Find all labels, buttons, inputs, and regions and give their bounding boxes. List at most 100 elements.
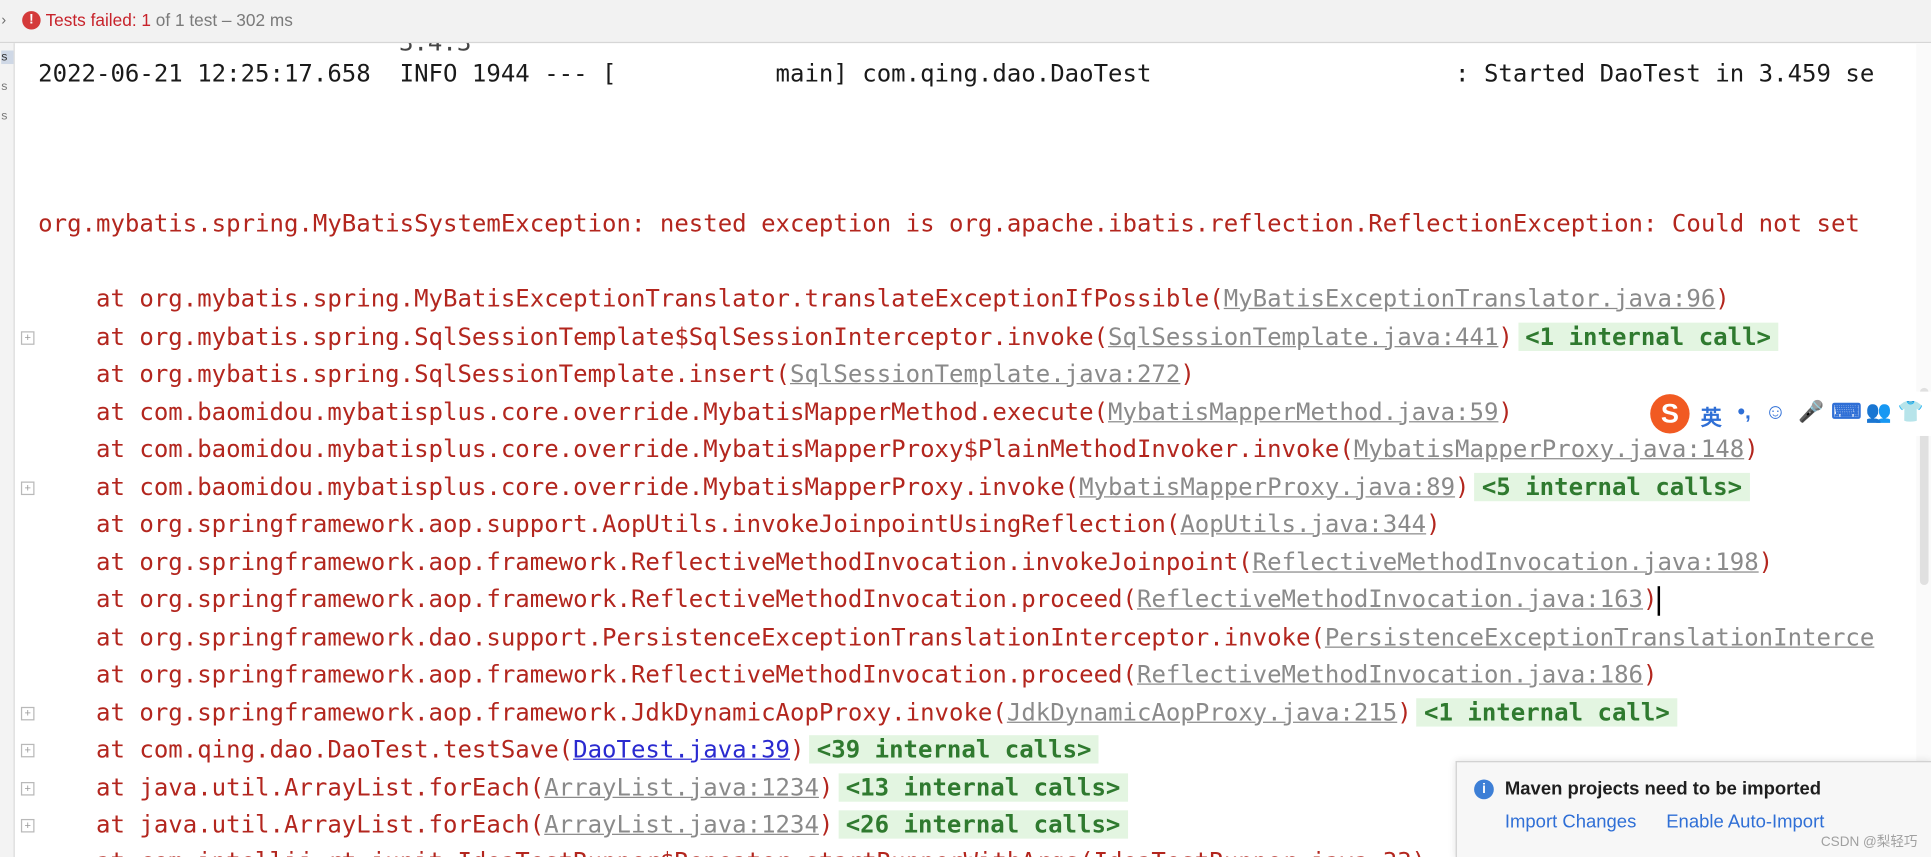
frame-method: at java.util.ArrayList.forEach(: [38, 810, 545, 839]
fold-toggle-icon[interactable]: +: [20, 743, 35, 758]
stack-frame: at java.util.ArrayList.forEach(ArrayList…: [38, 807, 1128, 844]
source-link[interactable]: ReflectiveMethodInvocation.java:186: [1137, 660, 1643, 688]
exception-message: org.mybatis.spring.MyBatisSystemExceptio…: [38, 209, 1860, 238]
frame-method: at org.springframework.dao.support.Persi…: [38, 622, 1325, 651]
enable-auto-import-link[interactable]: Enable Auto-Import: [1666, 812, 1824, 833]
fold-toggle-icon[interactable]: +: [20, 706, 35, 720]
maven-notification: i Maven projects need to be imported Imp…: [1455, 761, 1931, 857]
source-link[interactable]: DaoTest.java:39: [573, 735, 790, 763]
source-link[interactable]: ArrayList.java:1234: [544, 773, 819, 801]
source-link[interactable]: MybatisMapperProxy.java:89: [1079, 472, 1455, 500]
frame-method: at org.springframework.aop.framework.Ref…: [38, 660, 1137, 689]
stack-frame: at org.mybatis.spring.MyBatisExceptionTr…: [38, 281, 1730, 318]
ime-toolbar[interactable]: S 英 •, ☺ 🎤 ⌨ 👥 👕: [1644, 391, 1931, 436]
frame-method: at com.baomidou.mybatisplus.core.overrid…: [38, 472, 1080, 501]
tests-failed-label: Tests failed: 1: [45, 9, 151, 30]
frame-method: at org.mybatis.spring.SqlSessionTemplate…: [38, 359, 790, 388]
error-icon: !: [22, 11, 41, 30]
ime-voice-icon[interactable]: 🎤: [1798, 400, 1824, 425]
stack-frame: at org.springframework.dao.support.Persi…: [38, 619, 1874, 656]
sogou-logo-icon[interactable]: S: [1650, 394, 1690, 434]
frame-method: at com.baomidou.mybatisplus.core.overrid…: [38, 397, 1109, 426]
info-icon: i: [1474, 779, 1494, 800]
frame-suffix: ): [1744, 434, 1759, 464]
frame-suffix: ): [790, 735, 805, 764]
frame-suffix: ): [1715, 284, 1730, 313]
vertical-scrollbar[interactable]: [1916, 43, 1931, 857]
source-link[interactable]: MybatisMapperMethod.java:59: [1108, 397, 1498, 425]
source-link[interactable]: SqlSessionTemplate.java:441: [1108, 322, 1498, 350]
ime-emoji-icon[interactable]: ☺: [1765, 400, 1786, 425]
fold-toggle-icon[interactable]: +: [20, 781, 35, 795]
frame-method: at org.springframework.aop.framework.Ref…: [38, 547, 1253, 576]
frame-suffix: ): [1643, 660, 1658, 689]
ime-keyboard-icon[interactable]: ⌨: [1831, 400, 1861, 425]
ime-user-icon[interactable]: 👥: [1866, 400, 1892, 425]
frame-suffix: ): [818, 772, 834, 802]
source-link[interactable]: AopUtils.java:344: [1180, 510, 1426, 538]
log-info-line: 2022-06-21 12:25:17.658 INFO 1944 --- [ …: [38, 59, 1875, 88]
stack-frame: at com.qing.dao.DaoTest.testSave(DaoTest…: [38, 732, 1099, 769]
ide-run-panel: › ! Tests failed: 1 of 1 test – 302 ms s…: [0, 0, 1931, 857]
frame-suffix: ): [1498, 397, 1513, 426]
source-link[interactable]: JdkDynamicAopProxy.java:215: [1007, 698, 1397, 726]
internal-calls-badge[interactable]: <26 internal calls>: [838, 810, 1128, 839]
stack-frame: at org.springframework.aop.framework.Ref…: [38, 656, 1657, 693]
source-link[interactable]: MybatisMapperProxy.java:148: [1354, 435, 1744, 463]
fold-toggle-icon[interactable]: +: [20, 330, 35, 345]
frame-method: at org.springframework.aop.framework.Ref…: [38, 584, 1137, 614]
gutter-item[interactable]: s: [1, 80, 7, 94]
stack-frame: at org.mybatis.spring.SqlSessionTemplate…: [38, 356, 1195, 393]
fold-toggle-icon[interactable]: +: [20, 480, 35, 495]
stack-frame: at org.springframework.aop.framework.Ref…: [38, 581, 1660, 618]
stack-frame: at org.springframework.aop.framework.Ref…: [38, 544, 1773, 581]
frame-method: at org.springframework.aop.support.AopUt…: [38, 509, 1181, 539]
internal-calls-badge[interactable]: <39 internal calls>: [809, 735, 1099, 764]
notification-title: Maven projects need to be imported: [1504, 778, 1822, 800]
frame-suffix: ): [818, 810, 834, 839]
frame-suffix: ): [1426, 509, 1441, 539]
stack-frame-partial: at com.intellij.rt.junit.IdeaTestRunner$…: [38, 844, 1426, 857]
frame-suffix: ): [1643, 584, 1658, 614]
ime-skin-icon[interactable]: 👕: [1898, 400, 1924, 425]
source-link[interactable]: SqlSessionTemplate.java:272: [790, 360, 1180, 388]
stack-frame: at com.baomidou.mybatisplus.core.overrid…: [38, 469, 1750, 506]
source-link[interactable]: PersistenceExceptionTranslationInterce: [1325, 623, 1874, 651]
frame-suffix: ): [1455, 472, 1470, 501]
frame-method: at com.qing.dao.DaoTest.testSave(: [38, 735, 574, 764]
source-link[interactable]: MyBatisExceptionTranslator.java:96: [1224, 284, 1716, 312]
source-link[interactable]: ReflectiveMethodInvocation.java:198: [1253, 547, 1759, 575]
stack-frame: at com.baomidou.mybatisplus.core.overrid…: [38, 431, 1759, 468]
test-status-bar: › ! Tests failed: 1 of 1 test – 302 ms: [0, 0, 1931, 44]
source-link[interactable]: ArrayList.java:1234: [544, 810, 819, 838]
stack-frame: at org.springframework.aop.support.AopUt…: [38, 506, 1441, 543]
frame-method: at org.springframework.aop.framework.Jdk…: [38, 697, 1007, 726]
frame-suffix: ): [1180, 359, 1195, 388]
expand-chevron-icon[interactable]: ›: [1, 11, 6, 28]
text-caret: [1657, 585, 1660, 616]
internal-calls-badge[interactable]: <13 internal calls>: [838, 772, 1128, 802]
test-detail-label: of 1 test – 302 ms: [150, 9, 293, 30]
internal-calls-badge[interactable]: <5 internal calls>: [1474, 472, 1750, 501]
internal-calls-badge[interactable]: <1 internal call>: [1416, 697, 1678, 726]
frame-method: at org.mybatis.spring.SqlSessionTemplate…: [38, 322, 1109, 351]
frame-method: at java.util.ArrayList.forEach(: [38, 772, 545, 802]
watermark: CSDN @梨轻巧: [1820, 834, 1918, 850]
stack-frame: at org.springframework.aop.framework.Jdk…: [38, 694, 1678, 731]
gutter-item[interactable]: s: [1, 110, 7, 124]
frame-suffix: ): [1498, 322, 1513, 351]
internal-calls-badge[interactable]: <1 internal call>: [1517, 322, 1779, 351]
ime-lang-icon[interactable]: 英: [1701, 400, 1722, 431]
frame-suffix: ): [1758, 547, 1774, 576]
fold-toggle-icon[interactable]: +: [20, 818, 35, 833]
stack-frame: at java.util.ArrayList.forEach(ArrayList…: [38, 769, 1128, 806]
frame-suffix: ): [1397, 697, 1412, 726]
console-output[interactable]: 3.4.3 2022-06-21 12:25:17.658 INFO 1944 …: [15, 43, 1931, 857]
gutter-item[interactable]: s: [1, 50, 14, 65]
source-link[interactable]: ReflectiveMethodInvocation.java:163: [1137, 585, 1643, 613]
ime-punct-icon[interactable]: •,: [1738, 400, 1751, 425]
frame-method: at org.mybatis.spring.MyBatisExceptionTr…: [38, 284, 1224, 313]
frame-method: at com.baomidou.mybatisplus.core.overrid…: [38, 434, 1354, 464]
stack-frame: at com.baomidou.mybatisplus.core.overrid…: [38, 393, 1513, 430]
import-changes-link[interactable]: Import Changes: [1505, 812, 1636, 833]
